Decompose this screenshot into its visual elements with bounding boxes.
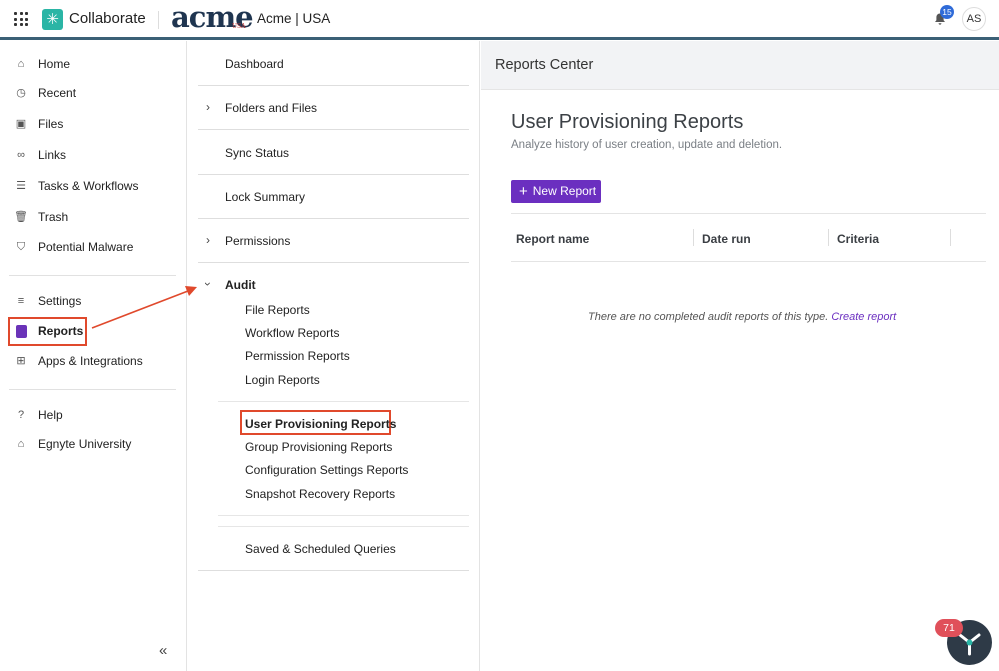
clock-icon: ◷ [16, 87, 26, 99]
brand-logo-sub: USA [232, 23, 246, 30]
sidebar-divider [9, 275, 176, 276]
nav-audit-item[interactable]: Snapshot Recovery Reports [245, 487, 395, 501]
nav-audit-item[interactable]: Group Provisioning Reports [245, 440, 392, 454]
table-top-border [511, 213, 986, 214]
nav-audit-item[interactable]: Permission Reports [245, 349, 350, 363]
page-subtitle: Analyze history of user creation, update… [511, 139, 783, 151]
chevron-right-icon[interactable]: › [206, 100, 210, 114]
nav-saved-scheduled-queries[interactable]: Saved & Scheduled Queries [245, 542, 396, 556]
nav-audit[interactable]: Audit [225, 278, 256, 292]
sidebar-item-apps-integrations[interactable]: ⊞ Apps & Integrations [14, 351, 143, 371]
column-header-report-name[interactable]: Report name [516, 232, 589, 246]
sidebar-item-label: Apps & Integrations [38, 354, 143, 368]
tasks-icon: ☰ [16, 180, 26, 192]
nav-dashboard[interactable]: Dashboard [225, 57, 284, 71]
sidebar-item-potential-malware[interactable]: ⛉ Potential Malware [14, 237, 134, 257]
sidebar-item-label: Tasks & Workflows [38, 179, 139, 193]
create-report-link[interactable]: Create report [831, 311, 896, 323]
collaborate-logo-icon: ✳ [42, 9, 63, 30]
column-header-date-run[interactable]: Date run [702, 232, 751, 246]
nav-divider [218, 401, 469, 402]
sidebar-item-label: Help [38, 408, 63, 422]
sliders-icon: ≡ [17, 295, 25, 307]
sidebar-item-label: Settings [38, 294, 82, 308]
nav-divider [198, 262, 469, 263]
nav-lock-summary[interactable]: Lock Summary [225, 190, 305, 204]
avatar[interactable]: AS [962, 7, 986, 31]
sidebar-item-label: Potential Malware [38, 240, 134, 254]
trash-icon: 🗑 [14, 211, 28, 223]
collapse-sidebar-icon[interactable]: « [159, 642, 167, 659]
nav-folders-and-files[interactable]: Folders and Files [225, 101, 317, 115]
nav-permissions[interactable]: Permissions [225, 234, 290, 248]
page-title: User Provisioning Reports [511, 111, 744, 133]
nav-audit-item[interactable]: Configuration Settings Reports [245, 463, 408, 477]
main-header: Reports Center [481, 41, 999, 90]
column-divider [950, 229, 951, 246]
nav-audit-item[interactable]: Workflow Reports [245, 326, 339, 340]
chat-unread-badge: 71 [935, 619, 963, 637]
sidebar-item-label: Home [38, 57, 71, 71]
graduation-cap-icon: ⌂ [17, 438, 25, 450]
home-icon: ⌂ [17, 58, 25, 70]
nav-divider [198, 85, 469, 86]
nav-user-provisioning-reports[interactable]: User Provisioning Reports [245, 417, 396, 431]
notification-badge: 15 [940, 5, 954, 19]
new-report-button[interactable]: + New Report [511, 180, 601, 203]
empty-state-text: There are no completed audit reports of … [588, 311, 829, 323]
app-name[interactable]: Collaborate [69, 10, 146, 27]
sidebar-divider [9, 389, 176, 390]
sidebar-item-files[interactable]: ▣ Files [14, 114, 64, 134]
nav-divider [218, 526, 469, 527]
files-icon: ▣ [15, 118, 27, 130]
help-icon: ? [17, 409, 25, 421]
sidebar-item-help[interactable]: ? Help [14, 405, 63, 425]
top-bar: ✳ Collaborate acme USA Acme | USA 15 AS [0, 0, 999, 40]
table-header-border [511, 261, 986, 262]
empty-state-message: There are no completed audit reports of … [588, 311, 896, 323]
sidebar-item-label: Files [38, 117, 64, 131]
sidebar-item-label: Recent [38, 86, 77, 100]
column-divider [693, 229, 694, 246]
header-title: Reports Center [495, 57, 594, 73]
nav-audit-item[interactable]: Login Reports [245, 373, 320, 387]
chevron-right-icon[interactable]: › [206, 233, 210, 247]
sidebar-item-tasks-workflows[interactable]: ☰ Tasks & Workflows [14, 176, 138, 196]
chevron-down-icon[interactable]: › [201, 282, 215, 286]
sidebar-item-settings[interactable]: ≡ Settings [14, 291, 82, 311]
new-report-label: New Report [532, 184, 597, 198]
sidebar-item-recent[interactable]: ◷ Recent [14, 83, 76, 103]
nav-audit-item[interactable]: File Reports [245, 303, 310, 317]
nav-divider [198, 570, 469, 571]
apps-icon: ⊞ [16, 355, 26, 367]
sidebar-item-label: Reports [38, 324, 84, 338]
sidebar-item-label: Links [38, 148, 67, 162]
shield-icon: ⛉ [16, 241, 26, 253]
sidebar-item-reports[interactable]: Reports [14, 321, 83, 341]
app-grid-icon[interactable] [14, 12, 28, 26]
reports-icon [16, 324, 27, 338]
column-header-criteria[interactable]: Criteria [837, 232, 879, 246]
nav-divider [198, 129, 469, 130]
sidebar-item-egnyte-university[interactable]: ⌂ Egnyte University [14, 434, 132, 454]
nav-divider [198, 218, 469, 219]
sidebar-item-label: Egnyte University [38, 437, 132, 451]
link-icon: ∞ [17, 149, 25, 161]
sidebar-item-links[interactable]: ∞ Links [14, 145, 66, 165]
header-divider [158, 11, 159, 29]
sidebar: ⌂ Home ◷ Recent ▣ Files ∞ Links ☰ Tasks … [0, 41, 187, 671]
sidebar-item-trash[interactable]: 🗑 Trash [14, 207, 68, 227]
nav-divider [218, 515, 469, 516]
nav-sync-status[interactable]: Sync Status [225, 146, 289, 160]
main-content: Reports Center User Provisioning Reports… [481, 41, 999, 671]
tenant-name: Acme | USA [257, 11, 331, 26]
reports-nav: Dashboard › Folders and Files Sync Statu… [188, 41, 480, 671]
plus-icon: + [519, 183, 528, 200]
sidebar-item-home[interactable]: ⌂ Home [14, 54, 70, 74]
nav-divider [198, 174, 469, 175]
sidebar-item-label: Trash [38, 210, 69, 224]
column-divider [828, 229, 829, 246]
